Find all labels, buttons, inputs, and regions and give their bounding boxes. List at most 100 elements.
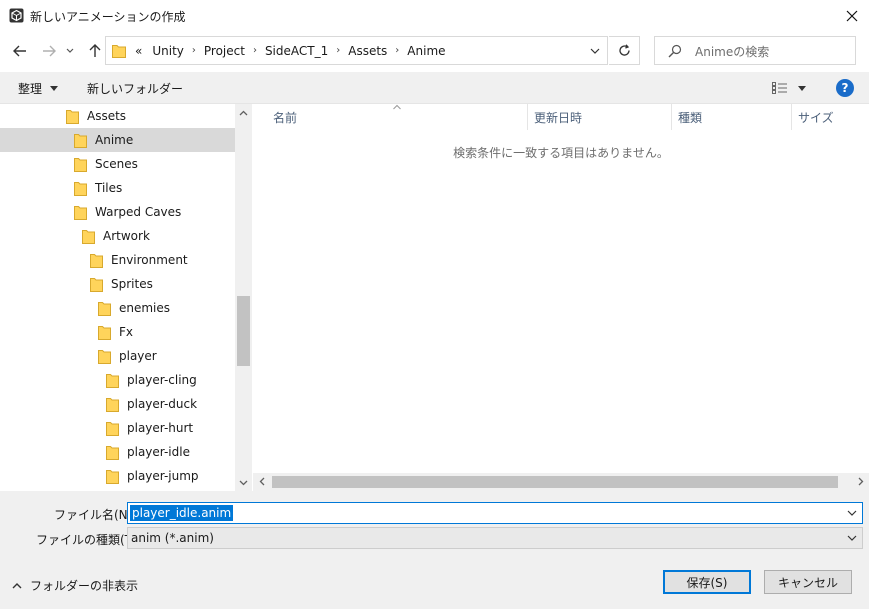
save-options-pane: ファイル名(N): player_idle.anim ファイルの種類(T): a…	[0, 491, 869, 609]
tree-item[interactable]: Environment	[0, 248, 235, 272]
window-title: 新しいアニメーションの作成	[30, 10, 186, 24]
empty-message: 検索条件に一致する項目はありません。	[453, 146, 669, 160]
folder-icon	[90, 253, 103, 268]
tree-item[interactable]: player-cling	[0, 368, 235, 392]
horizontal-scrollbar[interactable]	[253, 473, 869, 491]
tree-item-label: Environment	[111, 253, 188, 267]
tree-item[interactable]: player-duck	[0, 392, 235, 416]
chevron-down-icon	[66, 48, 74, 53]
scroll-down-button[interactable]	[235, 474, 252, 491]
chevron-down-icon	[847, 535, 857, 541]
tree-item[interactable]: player-idle	[0, 440, 235, 464]
filetype-value: anim (*.anim)	[131, 531, 214, 545]
file-list[interactable]: 名前 更新日時 種類 サイズ 検索条件に一致する項目はありません。	[253, 104, 869, 491]
chevron-right-icon	[858, 477, 863, 486]
tree-item[interactable]: Tiles	[0, 176, 235, 200]
tree-item[interactable]: player-jump	[0, 464, 235, 488]
new-folder-button[interactable]: 新しいフォルダー	[87, 80, 183, 97]
filetype-label: ファイルの種類(T):	[36, 533, 141, 547]
column-header-type[interactable]: 種類	[678, 104, 791, 130]
tree-item[interactable]: player-hurt	[0, 416, 235, 440]
breadcrumb-overflow[interactable]: «	[130, 44, 147, 58]
tree-item[interactable]: enemies	[0, 296, 235, 320]
filename-value[interactable]: player_idle.anim	[130, 505, 234, 521]
scrollbar-thumb[interactable]	[272, 476, 838, 488]
scroll-up-button[interactable]	[235, 104, 252, 121]
folder-icon	[106, 421, 119, 436]
tree-item[interactable]: Sprites	[0, 272, 235, 296]
forward-button[interactable]	[38, 40, 60, 62]
column-divider[interactable]	[527, 104, 528, 130]
folder-icon	[74, 181, 87, 196]
tree-item-label: Anime	[95, 133, 134, 147]
address-history-button[interactable]	[581, 37, 608, 64]
breadcrumb-item[interactable]: Project	[199, 44, 250, 58]
address-bar[interactable]: « Unity › Project › SideACT_1 › Assets ›…	[105, 36, 608, 65]
breadcrumb-item[interactable]: Unity	[147, 44, 189, 58]
vertical-scrollbar[interactable]	[235, 104, 252, 491]
refresh-icon	[618, 44, 630, 56]
close-button[interactable]	[834, 0, 869, 32]
tree-item[interactable]: Warped Caves	[0, 200, 235, 224]
tree-item[interactable]: Assets	[0, 104, 235, 128]
chevron-right-icon[interactable]: ›	[250, 45, 260, 56]
help-button[interactable]: ?	[836, 79, 854, 97]
breadcrumb-item[interactable]: Anime	[402, 44, 450, 58]
back-button[interactable]	[9, 40, 31, 62]
search-placeholder: Animeの検索	[695, 45, 770, 59]
column-header-modified[interactable]: 更新日時	[534, 104, 671, 130]
refresh-button[interactable]	[609, 36, 640, 65]
navigation-pane[interactable]: Assets Anime Scenes Tiles Warped Caves Artwor…	[0, 104, 252, 491]
folder-icon	[106, 397, 119, 412]
chevron-right-icon[interactable]: ›	[189, 45, 199, 56]
chevron-down-icon	[239, 480, 248, 485]
chevron-up-icon	[12, 582, 22, 588]
chevron-right-icon[interactable]: ›	[392, 45, 402, 56]
tree-item-label: Artwork	[103, 229, 150, 243]
breadcrumb-item[interactable]: SideACT_1	[260, 44, 333, 58]
view-options-button[interactable]	[772, 79, 812, 97]
cancel-button[interactable]: キャンセル	[764, 570, 852, 594]
organize-label: 整理	[18, 82, 43, 96]
scroll-left-button[interactable]	[253, 473, 270, 490]
tree-item-label: enemies	[119, 301, 171, 315]
column-divider[interactable]	[791, 104, 792, 130]
filetype-select[interactable]: anim (*.anim)	[127, 527, 863, 549]
chevron-right-icon[interactable]: ›	[333, 45, 343, 56]
column-header-size[interactable]: サイズ	[798, 104, 868, 130]
search-input[interactable]: Animeの検索	[654, 36, 856, 65]
tree-item-label: player-duck	[127, 397, 198, 411]
hide-folders-label: フォルダーの非表示	[30, 579, 139, 593]
tree-item-label: Scenes	[95, 157, 138, 171]
scrollbar-thumb[interactable]	[237, 296, 250, 366]
tree-item[interactable]: Anime	[0, 128, 235, 152]
up-button[interactable]	[84, 40, 106, 62]
recent-locations-button[interactable]	[62, 40, 78, 62]
filename-field[interactable]: player_idle.anim	[127, 502, 863, 524]
scroll-right-button[interactable]	[852, 473, 869, 490]
organize-button[interactable]: 整理	[18, 80, 59, 97]
title-bar: 新しいアニメーションの作成	[0, 0, 869, 32]
tree-item[interactable]: Scenes	[0, 152, 235, 176]
hide-folders-toggle[interactable]: フォルダーの非表示	[12, 577, 138, 594]
details-view-icon	[772, 82, 787, 94]
tree-item-label: player-jump	[127, 469, 199, 483]
chevron-down-icon	[590, 48, 599, 54]
breadcrumb-item[interactable]: Assets	[343, 44, 392, 58]
folder-icon	[106, 469, 119, 484]
tree-item[interactable]: player	[0, 344, 235, 368]
folder-icon	[66, 109, 79, 124]
tree-item[interactable]: Artwork	[0, 224, 235, 248]
column-divider[interactable]	[671, 104, 672, 130]
tree-item[interactable]: Fx	[0, 320, 235, 344]
folder-icon	[74, 205, 87, 220]
folder-icon	[98, 301, 111, 316]
tree-item-label: Sprites	[111, 277, 153, 291]
save-button[interactable]: 保存(S)	[663, 570, 751, 594]
arrow-right-icon	[43, 45, 56, 57]
folder-icon	[106, 445, 119, 460]
folder-icon	[74, 133, 87, 148]
column-header-name[interactable]: 名前	[273, 104, 527, 130]
chevron-down-icon[interactable]	[846, 507, 858, 519]
command-bar: 整理 新しいフォルダー	[0, 72, 869, 104]
